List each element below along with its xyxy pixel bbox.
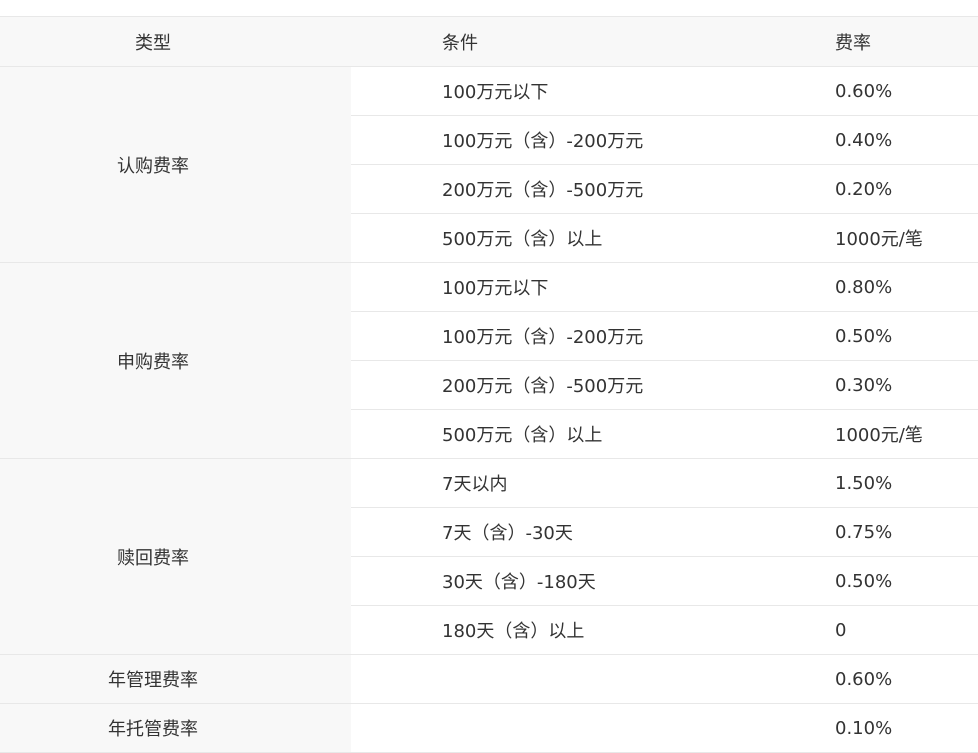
column-header-rate: 费率: [744, 16, 978, 67]
fee-type-cell: 赎回费率: [0, 458, 351, 655]
column-header-condition: 条件: [351, 16, 744, 67]
table-row: 赎回费率 7天以内 1.50%: [0, 458, 978, 655]
rate-cell: 1000元/笔: [744, 409, 978, 459]
fee-type-cell: 申购费率: [0, 262, 351, 459]
table-row: 年管理费率 0.60%: [0, 654, 978, 704]
table-header: 类型 条件 费率: [0, 16, 978, 67]
rate-cell: 0: [744, 605, 978, 655]
rate-cell: 0.40%: [744, 115, 978, 165]
table-row: 申购费率 100万元以下 0.80%: [0, 262, 978, 459]
fee-table: 类型 条件 费率 认购费率 100万元以下 0.60% 100万元（含）-200…: [0, 16, 978, 753]
table-row: 认购费率 100万元以下 0.60%: [0, 66, 978, 263]
rate-cell: 0.60%: [744, 66, 978, 116]
condition-cell: 100万元以下: [351, 262, 744, 312]
rate-cell: 0.80%: [744, 262, 978, 312]
rate-cell: 1.50%: [744, 458, 978, 508]
rate-cell: 0.50%: [744, 556, 978, 606]
condition-cell: 100万元（含）-200万元: [351, 311, 744, 361]
header-row: 类型 条件 费率: [0, 16, 978, 67]
condition-cell: 30天（含）-180天: [351, 556, 744, 606]
condition-cell: [351, 703, 744, 753]
fee-table-container: 类型 条件 费率 认购费率 100万元以下 0.60% 100万元（含）-200…: [0, 16, 978, 753]
rate-cell: 0.75%: [744, 507, 978, 557]
condition-cell: 100万元（含）-200万元: [351, 115, 744, 165]
condition-cell: 100万元以下: [351, 66, 744, 116]
table-body: 认购费率 100万元以下 0.60% 100万元（含）-200万元 0.40% …: [0, 66, 978, 753]
rate-cell: 0.10%: [744, 703, 978, 753]
condition-cell: 180天（含）以上: [351, 605, 744, 655]
rate-cell: 0.30%: [744, 360, 978, 410]
rate-cell: 0.20%: [744, 164, 978, 214]
rate-cell: 1000元/笔: [744, 213, 978, 263]
fee-type-cell: 年管理费率: [0, 654, 351, 704]
table-row: 年托管费率 0.10%: [0, 703, 978, 753]
column-header-type: 类型: [0, 16, 351, 67]
condition-cell: [351, 654, 744, 704]
rate-cell: 0.60%: [744, 654, 978, 704]
condition-cell: 500万元（含）以上: [351, 213, 744, 263]
condition-cell: 500万元（含）以上: [351, 409, 744, 459]
rate-cell: 0.50%: [744, 311, 978, 361]
fee-type-cell: 年托管费率: [0, 703, 351, 753]
condition-cell: 7天以内: [351, 458, 744, 508]
condition-cell: 7天（含）-30天: [351, 507, 744, 557]
condition-cell: 200万元（含）-500万元: [351, 164, 744, 214]
fee-type-cell: 认购费率: [0, 66, 351, 263]
condition-cell: 200万元（含）-500万元: [351, 360, 744, 410]
